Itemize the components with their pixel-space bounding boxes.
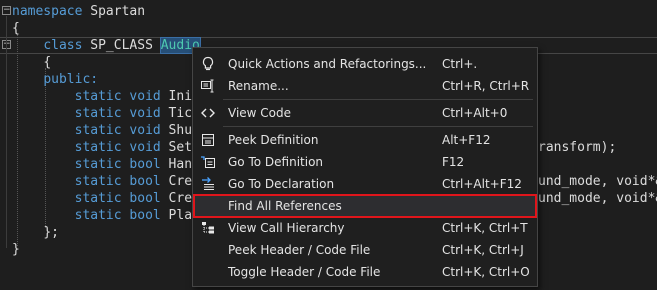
code-line-14[interactable]: };	[12, 224, 59, 241]
namespace-name: Spartan	[90, 4, 146, 19]
code-line-member[interactable]: static void Shut	[12, 122, 200, 139]
code-line-member[interactable]: static void Tick	[12, 105, 200, 122]
menu-item-rename[interactable]: Rename... Ctrl+R, Ctrl+R	[194, 75, 536, 97]
code-line-tail: ransform);	[538, 140, 617, 155]
call-hierarchy-icon	[200, 220, 216, 236]
code-line-5[interactable]: public:	[12, 71, 98, 88]
fold-guide-line	[6, 16, 7, 248]
menu-item-view-call-hierarchy[interactable]: View Call Hierarchy Ctrl+K, Ctrl+T	[194, 217, 536, 239]
menu-item-toggle-header-code-file[interactable]: Toggle Header / Code File Ctrl+K, Ctrl+O	[194, 261, 536, 283]
menu-item-go-to-definition[interactable]: Go To Definition F12	[194, 151, 536, 173]
menu-item-find-all-references[interactable]: Find All References	[193, 194, 537, 218]
code-line-4[interactable]: {	[12, 54, 51, 71]
keyword: class	[43, 38, 83, 53]
rename-icon	[200, 78, 216, 94]
menu-item-shortcut: Ctrl+Alt+0	[442, 106, 508, 120]
menu-item-label: Go To Definition	[228, 155, 324, 169]
code-line-tail: und_mode, void*&	[538, 174, 657, 189]
menu-item-label: Rename...	[228, 79, 289, 93]
menu-item-label: Peek Definition	[228, 133, 319, 147]
menu-item-shortcut: Ctrl+R, Ctrl+R	[442, 79, 530, 93]
member-type: static bool	[74, 174, 161, 189]
code-line-member[interactable]: static bool Crea	[12, 190, 200, 207]
brace: };	[43, 225, 59, 240]
collapse-namespace-icon[interactable]: −	[2, 6, 11, 15]
menu-item-shortcut: Ctrl+K, Ctrl+O	[442, 265, 530, 279]
member-type: static void	[74, 140, 161, 155]
menu-item-shortcut: Ctrl+K, Ctrl+T	[442, 221, 528, 235]
go-to-definition-icon	[200, 154, 216, 170]
menu-item-peek-definition[interactable]: Peek Definition Alt+F12	[194, 129, 536, 151]
menu-item-shortcut: F12	[442, 155, 465, 169]
brace: {	[12, 21, 20, 36]
code-line-member[interactable]: static bool Crea	[12, 173, 200, 190]
code-line-tail: und_mode, void*&	[538, 191, 657, 206]
member-type: static bool	[74, 208, 161, 223]
menu-item-shortcut: Ctrl+Alt+F12	[442, 177, 522, 191]
code-line-2[interactable]: {	[12, 20, 20, 37]
menu-separator	[223, 126, 533, 127]
menu-separator	[223, 99, 533, 100]
brace: {	[43, 55, 52, 70]
go-to-declaration-icon	[200, 176, 216, 192]
member-type: static bool	[74, 157, 161, 172]
menu-item-label: Peek Header / Code File	[228, 243, 371, 257]
macro-name: SP_CLASS	[90, 38, 153, 53]
menu-item-shortcut: Ctrl+.	[442, 57, 478, 71]
member-type: static void	[74, 106, 161, 121]
menu-item-peek-header-code-file[interactable]: Peek Header / Code File Ctrl+K, Ctrl+J	[194, 239, 536, 261]
code-icon	[200, 105, 216, 121]
member-type: static void	[74, 123, 161, 138]
menu-item-label: View Call Hierarchy	[228, 221, 345, 235]
code-line-member[interactable]: static void SetL	[12, 139, 200, 156]
menu-item-shortcut: Ctrl+K, Ctrl+J	[442, 243, 524, 257]
peek-definition-icon	[200, 132, 216, 148]
brace: }	[12, 242, 20, 257]
menu-item-label: Quick Actions and Refactorings...	[228, 57, 427, 71]
member-type: static bool	[74, 191, 161, 206]
member-type: static void	[74, 89, 161, 104]
menu-item-label: Find All References	[228, 199, 342, 213]
lightbulb-icon	[200, 56, 216, 72]
code-line-member[interactable]: static void Init	[12, 88, 200, 105]
menu-item-label: View Code	[228, 106, 292, 120]
code-line-member[interactable]: static bool Hand	[12, 156, 200, 173]
menu-item-quick-actions[interactable]: Quick Actions and Refactorings... Ctrl+.	[194, 53, 536, 75]
menu-item-go-to-declaration[interactable]: Go To Declaration Ctrl+Alt+F12	[194, 173, 536, 195]
keyword: namespace	[12, 4, 83, 19]
menu-item-label: Toggle Header / Code File	[228, 265, 381, 279]
code-line-15[interactable]: }	[12, 241, 20, 258]
menu-item-label: Go To Declaration	[228, 177, 335, 191]
code-line-member[interactable]: static bool Play	[12, 207, 200, 224]
access-specifier: public:	[43, 72, 99, 87]
menu-item-shortcut: Alt+F12	[442, 133, 491, 147]
code-line-3[interactable]: class SP_CLASS Audio	[12, 37, 201, 54]
menu-item-view-code[interactable]: View Code Ctrl+Alt+0	[194, 102, 536, 124]
context-menu: Quick Actions and Refactorings... Ctrl+.…	[192, 47, 538, 287]
code-line-1[interactable]: namespace Spartan	[12, 3, 145, 20]
